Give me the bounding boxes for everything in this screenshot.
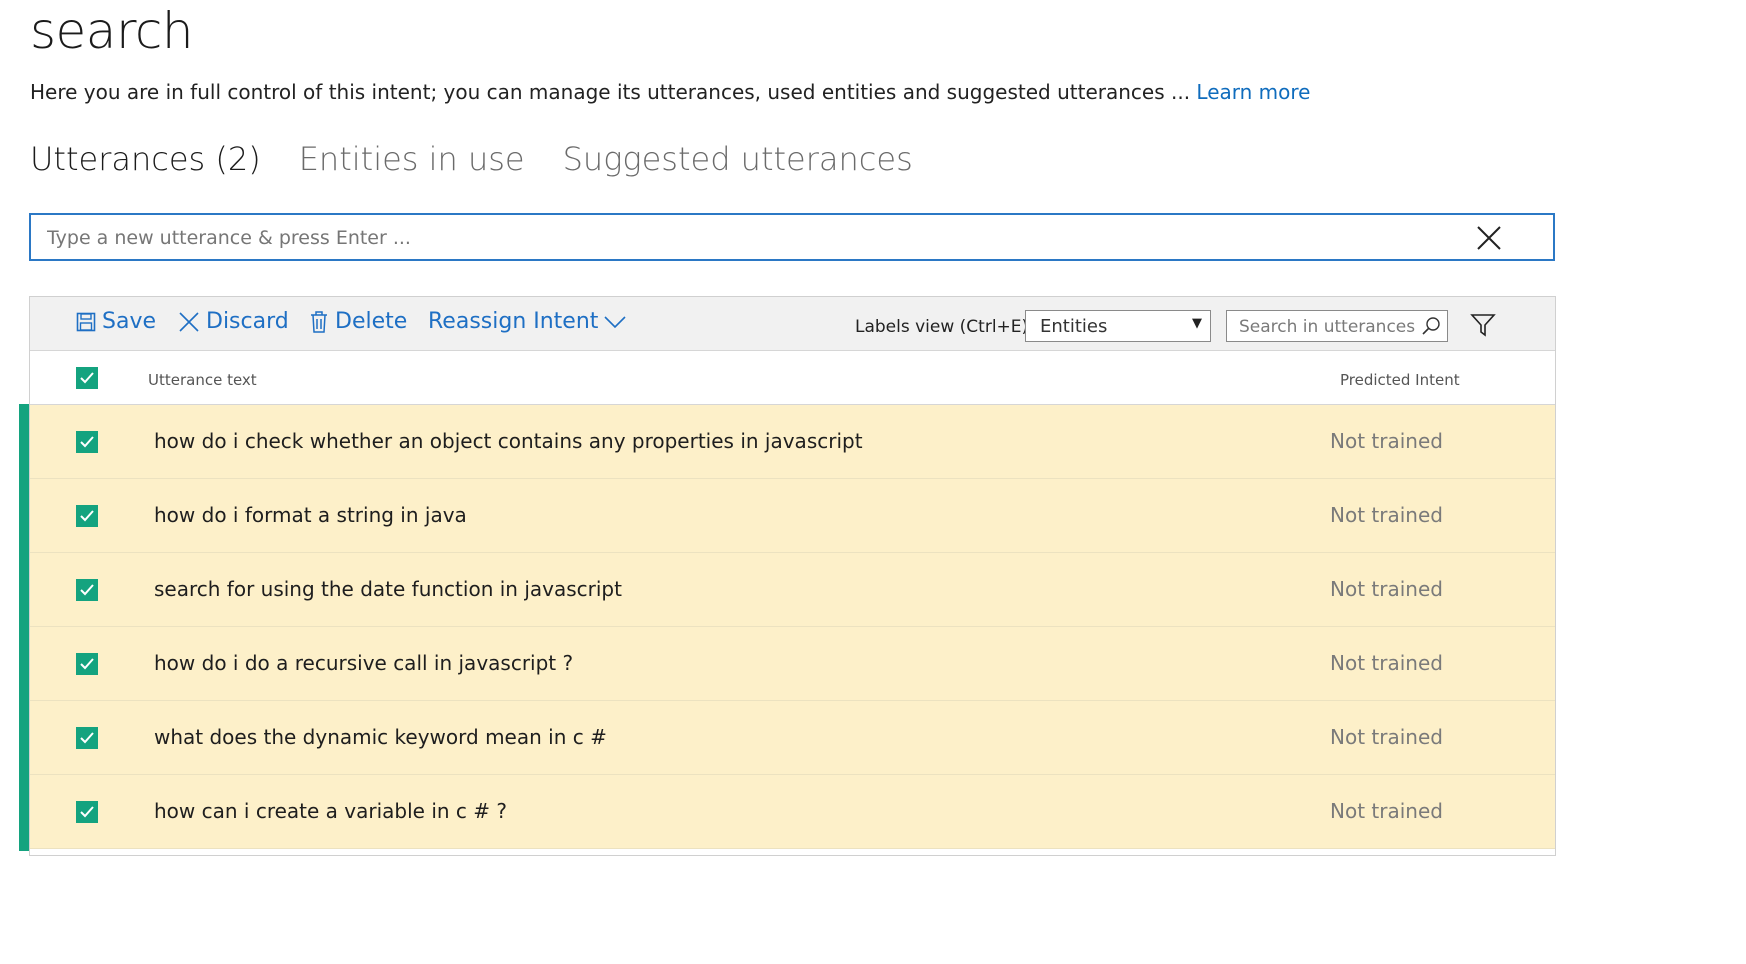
checkmark-icon [80, 584, 94, 596]
delete-button[interactable]: Delete [309, 309, 407, 334]
predicted-intent: Not trained [1330, 651, 1443, 675]
discard-icon [178, 311, 200, 333]
predicted-intent: Not trained [1330, 503, 1443, 527]
labels-view-value: Entities [1040, 316, 1108, 337]
checkmark-icon [80, 806, 94, 818]
dropdown-caret-icon: ▼ [1192, 316, 1202, 331]
tab-utterances[interactable]: Utterances (2) [30, 140, 261, 178]
toolbar: Save Discard Delete Reassign Intent Labe… [30, 297, 1555, 351]
page-title: search [30, 2, 194, 60]
row-checkbox[interactable] [76, 505, 98, 527]
column-header-predicted-intent[interactable]: Predicted Intent [1340, 371, 1460, 389]
delete-label: Delete [335, 309, 408, 334]
search-icon[interactable] [1421, 316, 1441, 340]
search-utterances-input[interactable] [1237, 311, 1421, 343]
new-utterance-box [29, 213, 1555, 261]
row-checkbox[interactable] [76, 579, 98, 601]
checkmark-icon [80, 372, 94, 384]
table-row[interactable]: search for using the date function in ja… [30, 553, 1555, 627]
table-row[interactable]: how do i format a string in java Not tra… [30, 479, 1555, 553]
row-checkbox[interactable] [76, 801, 98, 823]
filter-icon[interactable] [1470, 313, 1496, 341]
checkmark-icon [80, 732, 94, 744]
table-row[interactable]: what does the dynamic keyword mean in c … [30, 701, 1555, 775]
utterance-text[interactable]: how do i format a string in java [154, 503, 467, 527]
new-utterance-input[interactable] [45, 215, 1429, 261]
labels-view-label: Labels view (Ctrl+E): [855, 317, 1034, 337]
save-label: Save [102, 309, 157, 334]
utterance-text[interactable]: how can i create a variable in c # ? [154, 799, 507, 823]
discard-button[interactable]: Discard [178, 309, 289, 334]
predicted-intent: Not trained [1330, 429, 1443, 453]
utterance-text[interactable]: how do i do a recursive call in javascri… [154, 651, 573, 675]
utterances-panel: Save Discard Delete Reassign Intent Labe… [29, 296, 1556, 856]
page-description: Here you are in full control of this int… [30, 80, 1310, 104]
labels-view-select[interactable]: Entities ▼ [1025, 310, 1211, 342]
chevron-down-icon [604, 315, 626, 329]
table-row[interactable]: how do i do a recursive call in javascri… [30, 627, 1555, 701]
reassign-label: Reassign Intent [428, 309, 599, 334]
row-checkbox[interactable] [76, 727, 98, 749]
tab-entities-in-use[interactable]: Entities in use [299, 140, 525, 178]
search-utterances-box [1226, 310, 1448, 343]
table-header: Utterance text Predicted Intent [30, 351, 1555, 405]
trash-icon [309, 310, 329, 334]
save-icon [76, 312, 96, 332]
discard-label: Discard [206, 309, 289, 334]
utterance-text[interactable]: search for using the date function in ja… [154, 577, 622, 601]
predicted-intent: Not trained [1330, 577, 1443, 601]
learn-more-link[interactable]: Learn more [1196, 80, 1310, 104]
table-row[interactable]: how can i create a variable in c # ? Not… [30, 775, 1555, 849]
utterance-text[interactable]: what does the dynamic keyword mean in c … [154, 725, 607, 749]
row-checkbox[interactable] [76, 653, 98, 675]
table-row[interactable]: how do i check whether an object contain… [30, 405, 1555, 479]
select-all-checkbox[interactable] [76, 367, 98, 389]
utterance-text[interactable]: how do i check whether an object contain… [154, 429, 863, 453]
tab-bar: Utterances (2) Entities in use Suggested… [30, 140, 913, 178]
description-text: Here you are in full control of this int… [30, 80, 1191, 104]
checkmark-icon [80, 510, 94, 522]
predicted-intent: Not trained [1330, 725, 1443, 749]
close-icon[interactable] [1475, 224, 1503, 252]
row-checkbox[interactable] [76, 431, 98, 453]
checkmark-icon [80, 436, 94, 448]
save-button[interactable]: Save [76, 309, 156, 334]
column-header-utterance-text[interactable]: Utterance text [148, 371, 257, 389]
reassign-intent-button[interactable]: Reassign Intent [428, 309, 626, 334]
tab-suggested-utterances[interactable]: Suggested utterances [563, 140, 913, 178]
predicted-intent: Not trained [1330, 799, 1443, 823]
checkmark-icon [80, 658, 94, 670]
